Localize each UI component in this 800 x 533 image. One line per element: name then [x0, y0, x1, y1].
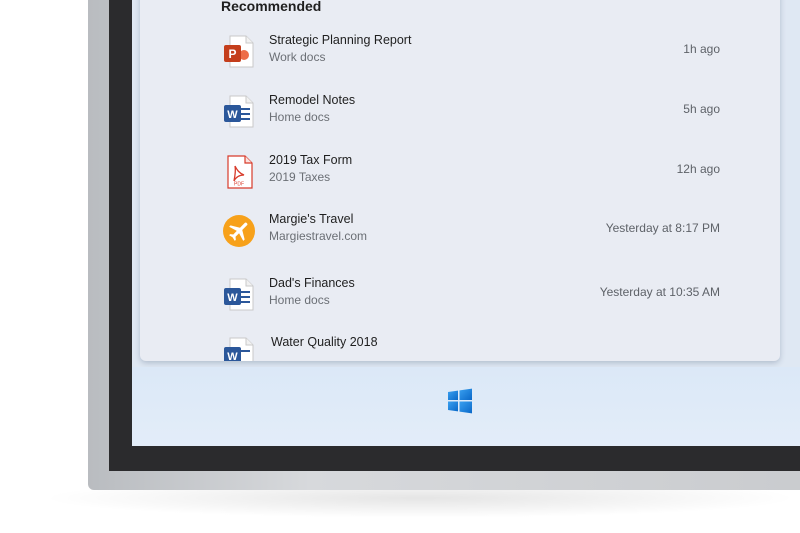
recommended-item-title: Dad's Finances — [269, 276, 355, 290]
recommended-item-margies-travel[interactable]: Margie's Travel Margiestravel.com Yester… — [216, 209, 720, 257]
taskbar — [132, 367, 800, 446]
word-icon: W — [224, 337, 254, 361]
recommended-item-2019-tax-form[interactable]: PDF 2019 Tax Form 2019 Taxes 12h ago — [216, 150, 720, 198]
recommended-item-location: Work docs — [269, 50, 326, 64]
recommended-item-strategic-planning-report[interactable]: P Strategic Planning Report Work docs 1h… — [216, 30, 720, 78]
recommended-item-time: 12h ago — [676, 162, 720, 176]
windows-logo-icon[interactable] — [446, 387, 474, 415]
svg-text:W: W — [227, 109, 238, 121]
pdf-icon: PDF — [227, 155, 253, 189]
recommended-item-location: 2019 Taxes — [269, 170, 331, 184]
svg-text:W: W — [227, 351, 238, 361]
recommended-item-remodel-notes[interactable]: W Remodel Notes Home docs 5h ago — [216, 90, 720, 138]
recommended-item-dads-finances[interactable]: W Dad's Finances Home docs Yesterday at … — [216, 273, 720, 321]
screen: Recommended P Strategic Planning Report … — [132, 0, 800, 446]
svg-text:PDF: PDF — [234, 182, 244, 188]
airplane-icon — [223, 215, 255, 247]
recommended-item-time: Yesterday at 8:17 PM — [605, 221, 720, 235]
recommended-item-water-quality-2018[interactable]: W Water Quality 2018 — [216, 332, 720, 361]
recommended-item-title: Remodel Notes — [269, 93, 356, 107]
recommended-item-title: 2019 Tax Form — [269, 153, 353, 167]
recommended-item-location: Margiestravel.com — [269, 229, 368, 243]
recommended-item-location: Home docs — [269, 110, 330, 124]
word-icon: W — [224, 278, 254, 311]
recommended-item-time: 1h ago — [683, 42, 720, 56]
recommended-heading: Recommended — [221, 0, 322, 14]
svg-text:P: P — [228, 47, 236, 61]
recommended-item-title: Strategic Planning Report — [269, 33, 412, 47]
recommended-item-title: Margie's Travel — [269, 212, 354, 226]
word-icon: W — [224, 95, 254, 128]
powerpoint-icon: P — [224, 35, 254, 68]
start-menu-panel: Recommended P Strategic Planning Report … — [140, 0, 780, 361]
svg-text:W: W — [227, 292, 238, 304]
recommended-item-title: Water Quality 2018 — [271, 335, 378, 349]
recommended-item-location: Home docs — [269, 293, 330, 307]
recommended-item-time: 5h ago — [683, 102, 720, 116]
recommended-item-time: Yesterday at 10:35 AM — [599, 285, 720, 299]
